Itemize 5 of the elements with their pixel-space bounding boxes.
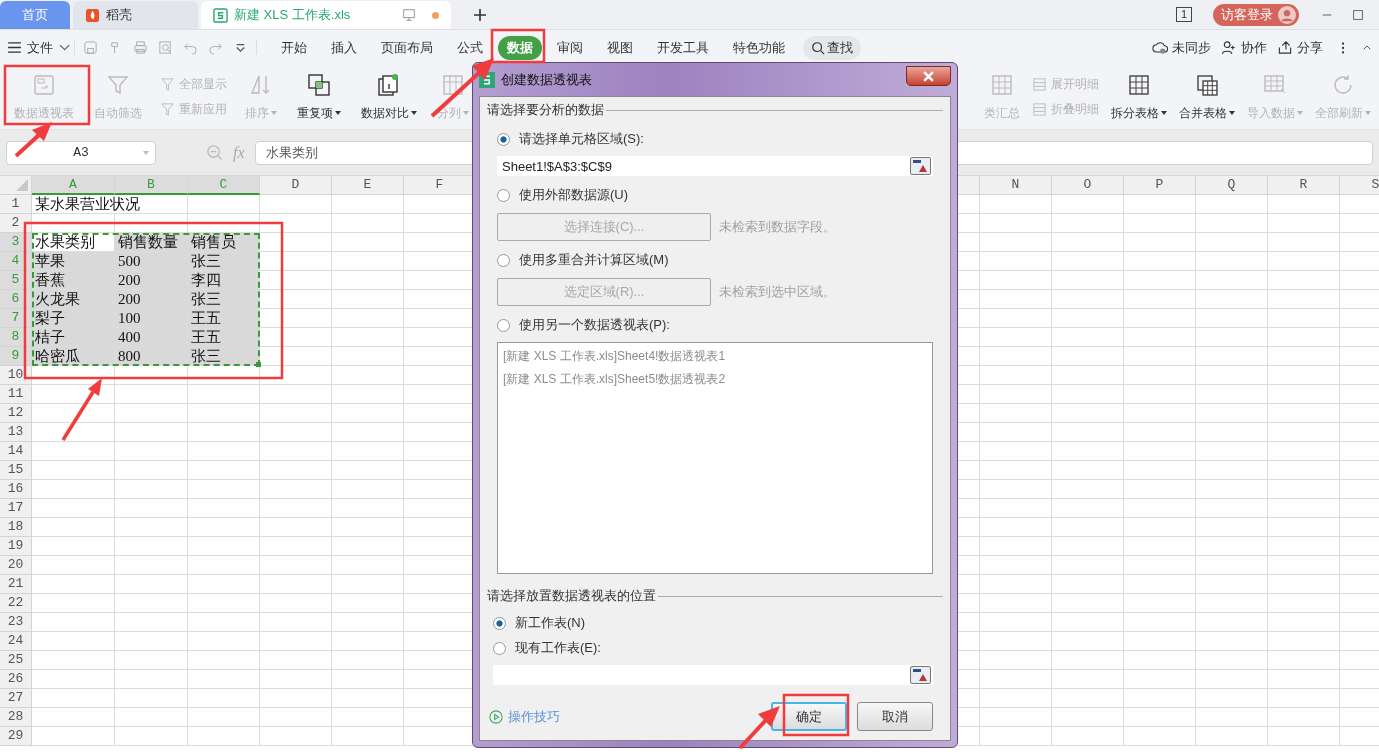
section-heading: 请选择要分析的数据 [487, 101, 604, 119]
section-heading: 请选择放置数据透视表的位置 [487, 587, 656, 605]
hint-text: 未检索到数据字段。 [719, 218, 836, 236]
hint-text: 未检索到选中区域。 [719, 283, 836, 301]
dialog-title: 创建数据透视表 [501, 70, 592, 89]
